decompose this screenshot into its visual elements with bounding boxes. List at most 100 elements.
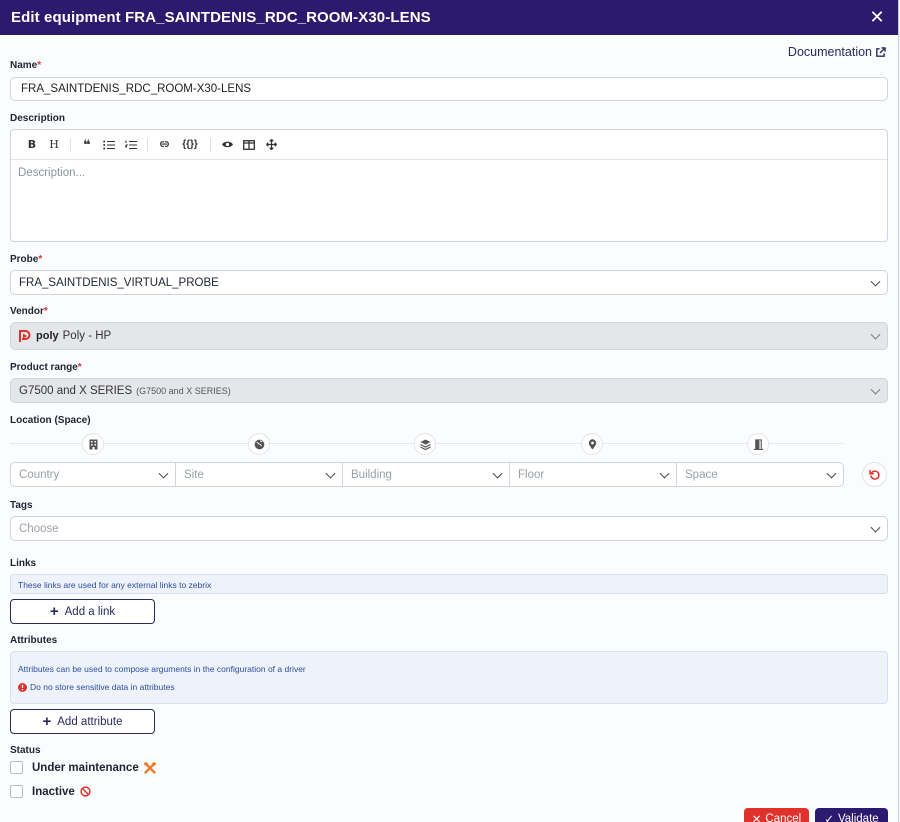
maintenance-checkbox[interactable] — [10, 761, 23, 774]
chevron-down-icon — [870, 384, 881, 395]
editor-toolbar: B H ❝ {{}} — [11, 130, 887, 160]
plus-icon: + — [49, 603, 59, 620]
attributes-warning-text: Do no store sensitive data in attributes — [30, 682, 175, 692]
documentation-label: Documentation — [787, 45, 872, 59]
site-placeholder: Site — [184, 468, 204, 481]
poly-logo-icon — [19, 330, 31, 342]
country-select[interactable]: Country — [10, 462, 176, 487]
chevron-down-icon — [870, 522, 881, 533]
chevron-down-icon — [826, 468, 837, 479]
name-label: Name* — [10, 60, 42, 71]
building-select[interactable]: Building — [343, 462, 510, 487]
attributes-warning: Do no store sensitive data in attributes — [18, 682, 880, 692]
toolbar-divider — [210, 137, 211, 152]
chevron-down-icon — [870, 329, 881, 340]
modal-title: Edit equipment FRA_SAINTDENIS_RDC_ROOM-X… — [11, 9, 431, 26]
probe-select[interactable]: FRA_SAINTDENIS_VIRTUAL_PROBE — [10, 270, 888, 295]
links-info-text: These links are used for any external li… — [18, 580, 212, 590]
add-attribute-label: Add attribute — [57, 715, 123, 728]
tags-select[interactable]: Choose — [10, 516, 888, 541]
chevron-down-icon — [158, 468, 169, 479]
link-icon — [159, 141, 169, 147]
bullet-list-icon — [103, 140, 115, 149]
product-range-select[interactable]: G7500 and X SERIES (G7500 and X SERIES) — [10, 378, 888, 403]
chevron-down-icon — [870, 276, 881, 287]
add-attribute-button[interactable]: + Add attribute — [10, 709, 155, 734]
attributes-info-text: Attributes can be used to compose argume… — [18, 664, 306, 674]
maintenance-row: Under maintenance — [10, 761, 156, 774]
reset-icon — [868, 469, 880, 480]
product-range-label: Product range* — [10, 362, 82, 373]
alert-icon — [18, 682, 27, 692]
name-input[interactable]: FRA_SAINTDENIS_RDC_ROOM-X30-LENS — [10, 77, 888, 101]
space-select[interactable]: Space — [677, 462, 844, 487]
bullet-list-button[interactable] — [98, 134, 120, 156]
space-step — [747, 433, 769, 455]
validate-button[interactable]: ✓ Validate — [815, 808, 888, 822]
vendor-value: Poly - HP — [62, 330, 112, 342]
location-label: Location (Space) — [10, 415, 91, 426]
probe-value: FRA_SAINTDENIS_VIRTUAL_PROBE — [19, 276, 219, 289]
link-button[interactable] — [153, 134, 175, 156]
bold-button[interactable]: B — [21, 134, 43, 156]
attributes-label: Attributes — [10, 635, 58, 646]
check-icon: ✓ — [824, 814, 834, 822]
poly-logo: poly — [18, 329, 59, 343]
description-textarea[interactable]: Description... — [11, 160, 887, 186]
quote-button[interactable]: ❝ — [76, 134, 98, 156]
inactive-label: Inactive — [32, 785, 75, 798]
layers-icon — [419, 438, 431, 450]
prohibited-icon — [80, 786, 91, 797]
tools-icon — [143, 761, 156, 774]
building-placeholder: Building — [351, 468, 392, 481]
description-label: Description — [10, 113, 66, 124]
preview-button[interactable] — [216, 134, 238, 156]
cancel-button[interactable]: ✕ Cancel — [744, 808, 809, 822]
inactive-row: Inactive — [10, 785, 91, 798]
modal-header: Edit equipment FRA_SAINTDENIS_RDC_ROOM-X… — [0, 0, 898, 35]
reset-location-button[interactable] — [862, 462, 887, 487]
building-icon — [89, 439, 97, 449]
move-arrows-icon — [265, 139, 277, 150]
side-by-side-button[interactable] — [238, 134, 260, 156]
country-step — [82, 433, 104, 455]
chevron-down-icon — [492, 468, 503, 479]
columns-icon — [243, 139, 255, 150]
variable-button[interactable]: {{}} — [175, 134, 205, 156]
product-range-sub: (G7500 and X SERIES) — [136, 385, 231, 396]
numbered-list-icon — [125, 140, 137, 149]
floor-placeholder: Floor — [518, 468, 545, 481]
vendor-select[interactable]: poly Poly - HP — [10, 322, 888, 350]
poly-logo-text: poly — [36, 330, 59, 342]
map-pin-icon — [588, 438, 596, 450]
close-icon[interactable]: ✕ — [867, 7, 887, 28]
heading-button[interactable]: H — [43, 134, 65, 156]
description-editor: B H ❝ {{}} Description... — [10, 129, 888, 242]
tags-placeholder: Choose — [19, 522, 59, 535]
add-link-button[interactable]: + Add a link — [10, 599, 155, 624]
validate-label: Validate — [837, 813, 879, 822]
name-value: FRA_SAINTDENIS_RDC_ROOM-X30-LENS — [21, 83, 252, 95]
attributes-info: Attributes can be used to compose argume… — [10, 651, 888, 704]
edit-equipment-modal: Edit equipment FRA_SAINTDENIS_RDC_ROOM-X… — [0, 0, 899, 822]
links-label: Links — [10, 558, 37, 569]
plus-icon: + — [42, 713, 52, 730]
maintenance-label: Under maintenance — [32, 761, 139, 774]
site-select[interactable]: Site — [176, 462, 343, 487]
cancel-label: Cancel — [765, 813, 802, 822]
country-placeholder: Country — [19, 468, 60, 481]
numbered-list-button[interactable] — [120, 134, 142, 156]
external-link-icon — [876, 46, 886, 57]
toolbar-divider — [70, 137, 71, 152]
product-range-value: G7500 and X SERIES — [19, 384, 133, 397]
documentation-link[interactable]: Documentation — [788, 45, 886, 59]
tags-label: Tags — [10, 500, 33, 511]
chevron-down-icon — [325, 468, 336, 479]
inactive-checkbox[interactable] — [10, 785, 23, 798]
status-label: Status — [10, 745, 41, 756]
building-step — [414, 433, 436, 455]
fullscreen-button[interactable] — [260, 134, 282, 156]
chevron-down-icon — [659, 468, 670, 479]
toolbar-divider — [147, 137, 148, 152]
floor-select[interactable]: Floor — [510, 462, 677, 487]
